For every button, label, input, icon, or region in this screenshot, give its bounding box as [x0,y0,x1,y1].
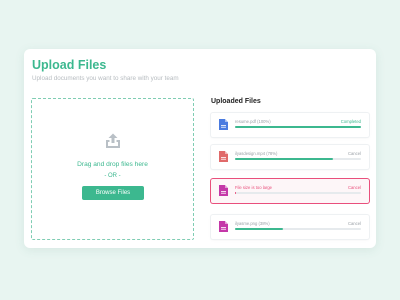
progress-bar [235,126,361,128]
progress-fill [235,192,237,194]
file-row: resume.pdf (100%) Completed [211,113,369,137]
file-name: resume.pdf (100%) [235,119,271,124]
progress-bar [235,158,361,160]
file-icon [219,119,228,130]
file-icon [219,221,228,232]
uploaded-files-title: Uploaded Files [211,98,261,105]
file-name: ilyasdesign.mp4 (78%) [235,151,278,156]
progress-fill [235,126,361,128]
cancel-upload-button[interactable]: Cancel [348,221,361,226]
progress-fill [235,158,334,160]
file-row: ilyasme.png (38%) Cancel [211,215,369,239]
file-row-error: File size is too large Cancel [211,179,369,203]
cancel-upload-button[interactable]: Cancel [348,185,361,190]
file-error-message: File size is too large [235,185,273,190]
progress-fill [235,228,283,230]
file-status-completed: Completed [340,119,361,124]
file-name: ilyasme.png (38%) [235,221,270,226]
file-icon [219,151,228,162]
progress-bar [235,228,361,230]
uploaded-files-panel: Uploaded Files resume.pdf (100%) Complet… [24,49,376,248]
file-icon [219,185,228,196]
cancel-upload-button[interactable]: Cancel [348,151,361,156]
progress-bar [235,192,361,194]
file-row: ilyasdesign.mp4 (78%) Cancel [211,145,369,169]
